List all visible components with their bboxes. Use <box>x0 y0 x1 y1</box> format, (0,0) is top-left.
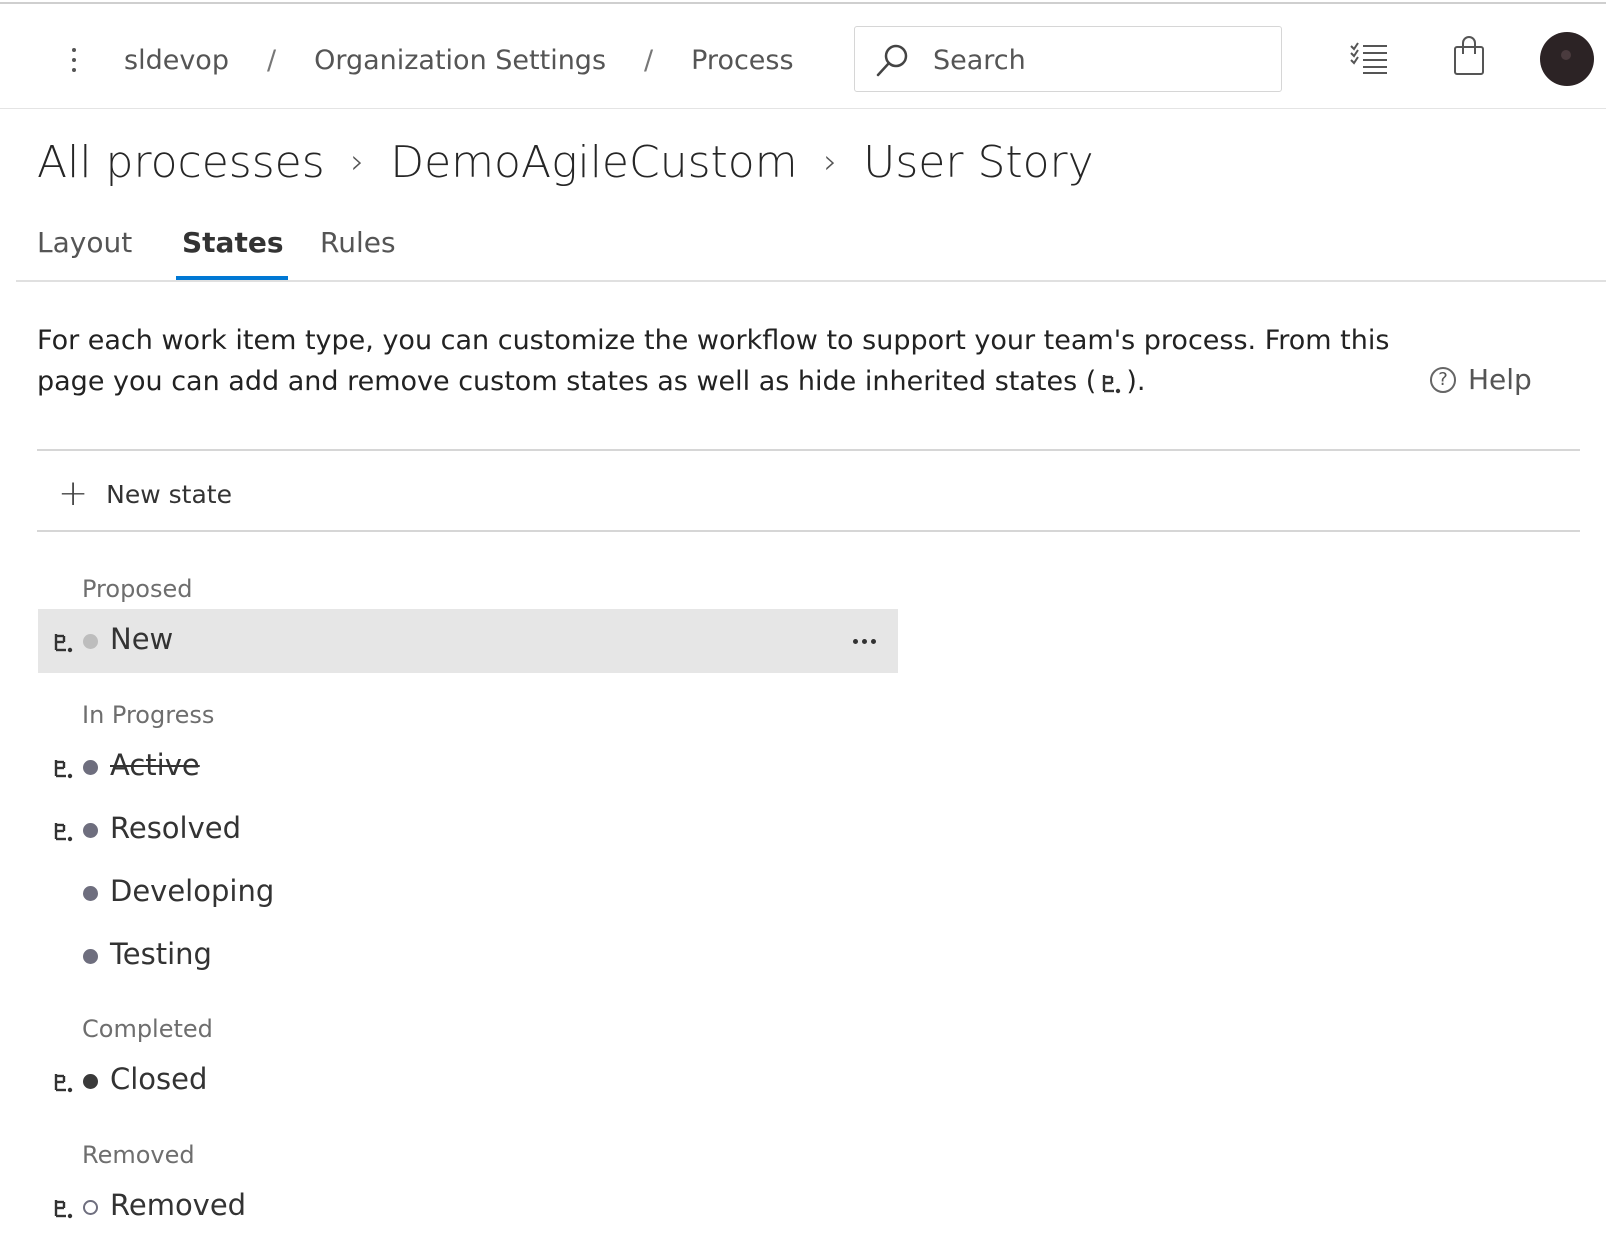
help-icon: ? <box>1430 366 1456 393</box>
search-icon <box>876 44 908 77</box>
description-text-end: ). <box>1126 366 1146 397</box>
state-label: Developing <box>110 874 275 908</box>
state-color-dot <box>83 634 98 649</box>
state-label: Testing <box>110 937 212 971</box>
page-title: All processes › DemoAgileCustom › User S… <box>37 130 1094 194</box>
description-line-2: page you can add and remove custom state… <box>37 361 1417 402</box>
title-process-name[interactable]: DemoAgileCustom <box>390 137 797 188</box>
category-header: In Progress <box>82 701 215 729</box>
help-link[interactable]: ? Help <box>1430 363 1532 396</box>
state-row[interactable]: Closed <box>38 1049 898 1113</box>
top-header: sldevop / Organization Settings / Proces… <box>0 4 1606 109</box>
state-color-dot <box>83 1074 98 1089</box>
state-row[interactable]: New <box>38 609 898 673</box>
description-text: page you can add and remove custom state… <box>37 366 1097 397</box>
inherited-icon <box>54 823 73 842</box>
state-label: New <box>110 622 174 656</box>
state-label: Closed <box>110 1062 208 1096</box>
tab-states[interactable]: States <box>176 226 287 280</box>
breadcrumb-separator: / <box>644 44 654 76</box>
title-work-item-type: User Story <box>863 136 1094 188</box>
chevron-right-icon: › <box>350 142 365 182</box>
breadcrumb-separator: / <box>266 44 277 76</box>
more-vertical-icon[interactable] <box>62 40 86 80</box>
more-options-icon[interactable] <box>844 621 884 661</box>
state-label: Active <box>110 748 200 782</box>
state-label: Removed <box>110 1188 247 1222</box>
state-row[interactable]: Developing <box>38 861 898 925</box>
page-description: For each work item type, you can customi… <box>37 320 1417 402</box>
category-header: Removed <box>82 1141 195 1169</box>
divider <box>37 530 1580 532</box>
state-color-dot <box>83 760 98 775</box>
tab-layout[interactable]: Layout <box>37 226 132 276</box>
title-all-processes[interactable]: All processes <box>37 137 325 188</box>
inherited-icon <box>1103 374 1121 393</box>
inherited-icon <box>54 1074 73 1093</box>
search-input[interactable] <box>931 37 1265 83</box>
inherited-icon <box>54 634 73 653</box>
breadcrumb-process[interactable]: Process <box>691 45 793 76</box>
search-box[interactable] <box>854 26 1282 92</box>
user-avatar[interactable] <box>1540 32 1594 86</box>
new-state-label: New state <box>106 479 232 509</box>
breadcrumb-organization[interactable]: sldevop <box>124 45 229 76</box>
help-label: Help <box>1468 363 1532 396</box>
description-line-1: For each work item type, you can customi… <box>37 325 1390 356</box>
state-color-dot <box>83 949 98 964</box>
inherited-icon <box>54 760 73 779</box>
tab-rules[interactable]: Rules <box>320 226 396 276</box>
plus-icon: + <box>58 473 89 514</box>
task-list-icon[interactable] <box>1349 42 1389 76</box>
tab-bar: Layout States Rules <box>16 220 1606 282</box>
breadcrumb-organization-settings[interactable]: Organization Settings <box>314 45 606 76</box>
inherited-icon <box>54 1200 73 1219</box>
state-row[interactable]: Testing <box>38 924 898 988</box>
shopping-bag-icon[interactable] <box>1452 36 1486 76</box>
new-state-button[interactable]: + New state <box>58 470 232 518</box>
chevron-right-icon: › <box>823 142 838 182</box>
category-header: Completed <box>82 1015 213 1043</box>
state-color-dot <box>83 1200 98 1215</box>
breadcrumb: sldevop / Organization Settings / Proces… <box>124 38 794 82</box>
state-row[interactable]: Removed <box>38 1175 898 1239</box>
state-row[interactable]: Active <box>38 735 898 799</box>
divider <box>37 449 1580 451</box>
state-color-dot <box>83 886 98 901</box>
state-row[interactable]: Resolved <box>38 798 898 862</box>
state-label: Resolved <box>110 811 242 845</box>
category-header: Proposed <box>82 575 193 603</box>
state-color-dot <box>83 823 98 838</box>
